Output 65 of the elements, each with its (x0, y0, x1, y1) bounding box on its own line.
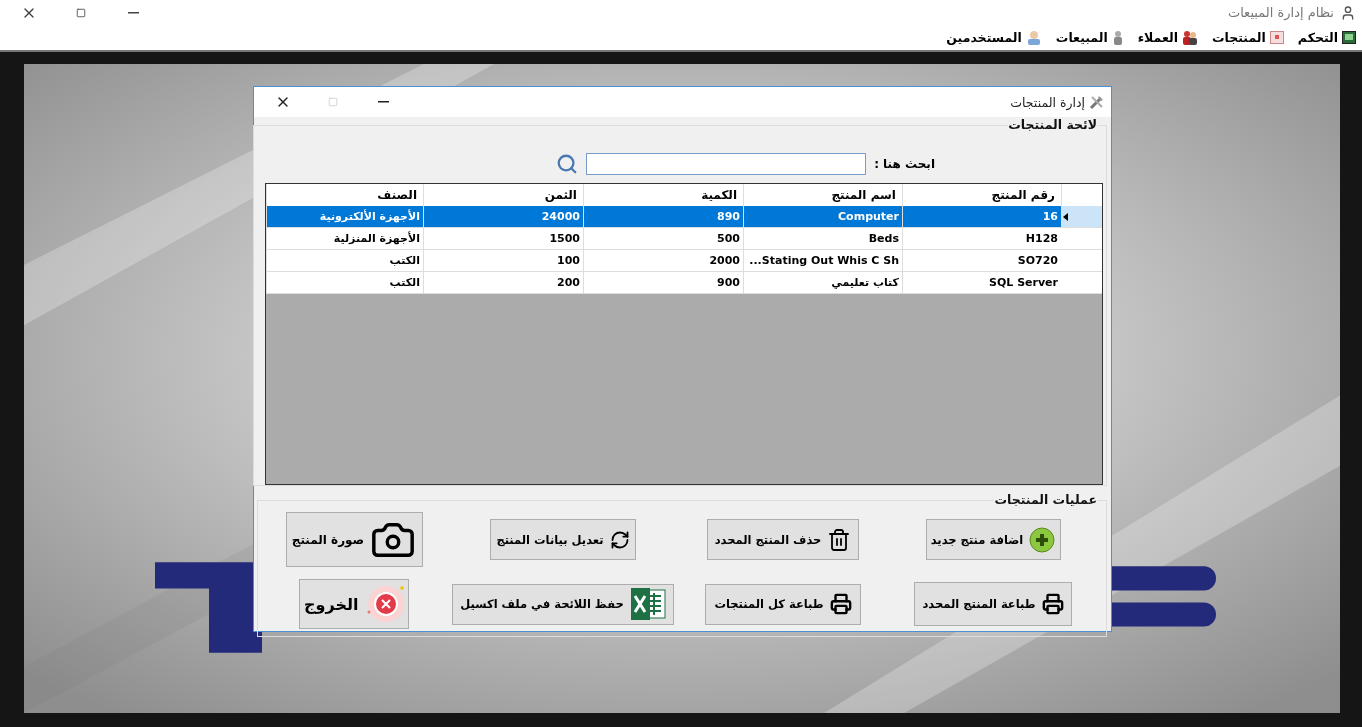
user-icon (1340, 4, 1356, 21)
table-cell: SQL Server (902, 272, 1061, 294)
group-title: لائحة المنتجات (1008, 119, 1097, 131)
tools-icon (1089, 94, 1105, 110)
table-cell: Computer (743, 206, 902, 228)
menu-item[interactable]: المبيعات (1053, 30, 1126, 45)
table-cell: 100 (423, 250, 583, 272)
table-cell: كتاب تعليمي (743, 272, 902, 294)
print-button[interactable]: طباعة كل المنتجات (705, 583, 861, 625)
table-cell: 900 (583, 272, 743, 294)
group-title: عمليات المنتجات (994, 494, 1097, 506)
table-cell: 890 (583, 206, 743, 228)
panel-icon (1342, 31, 1356, 44)
table-cell: 2000 (583, 250, 743, 272)
add-button[interactable]: اضافة منتج جديد (925, 519, 1061, 560)
table-cell: الأجهزة المنزلية (266, 228, 423, 250)
table-cell: SO720 (902, 250, 1061, 272)
search-label: ابحث هنا : (874, 157, 935, 171)
menu-item[interactable]: التحكم (1295, 30, 1358, 45)
search-icon (556, 153, 579, 175)
printer-icon (1041, 593, 1064, 615)
edit-button[interactable]: تعديل بيانات المنتج (490, 519, 636, 560)
search-field[interactable] (586, 153, 867, 175)
user-icon (1025, 30, 1042, 45)
people-icon (1182, 30, 1198, 45)
table-cell: 500 (583, 228, 743, 250)
window-title: نظام إدارة المبيعات (1227, 5, 1334, 20)
restore-icon (76, 7, 86, 18)
column-header[interactable]: الصنف (266, 184, 423, 206)
menu-item[interactable]: المستخدمين (944, 30, 1044, 45)
table-cell: الأجهزة الألكترونية (266, 206, 423, 228)
excel-button[interactable]: حفظ اللائحة في ملف اكسيل (452, 583, 674, 625)
table-cell: Beds (743, 228, 902, 250)
trash-icon (827, 527, 852, 552)
table-cell: 24000 (423, 206, 583, 228)
print-button[interactable]: طباعة المنتج المحدد (914, 582, 1072, 626)
column-header[interactable]: الكمية (583, 184, 743, 206)
box-icon (1269, 31, 1284, 44)
table-cell: H128 (902, 228, 1061, 250)
column-header[interactable]: اسم المنتج (743, 184, 902, 206)
minimize-icon (127, 11, 139, 14)
printer-icon (829, 593, 852, 615)
current-row-icon (1063, 212, 1068, 221)
table-cell: 200 (423, 272, 583, 294)
column-header[interactable]: رقم المنتج (902, 184, 1061, 206)
maximize-icon (328, 97, 338, 107)
refresh-icon (609, 529, 630, 550)
figure-icon (1111, 30, 1124, 45)
table-cell: الكتب (266, 250, 423, 272)
photo-button[interactable]: صورة المنتج (285, 512, 423, 567)
dialog-title: إدارة المنتجات (1010, 94, 1085, 110)
row-header[interactable] (1061, 206, 1102, 228)
table-cell: الكتب (266, 272, 423, 294)
table-cell: Stating Out Whis C Sh... (743, 250, 902, 272)
minimize-icon (377, 101, 389, 103)
exit-button[interactable]: الخروج (299, 579, 409, 629)
menu-item[interactable]: المنتجات (1210, 30, 1286, 45)
menu-item[interactable]: العملاء (1135, 30, 1200, 45)
row-header (1061, 184, 1102, 206)
spreadsheet-icon (629, 587, 666, 621)
table-cell: 16 (902, 206, 1061, 228)
delete-button[interactable]: حذف المنتج المحدد (707, 519, 859, 560)
column-header[interactable]: الثمن (423, 184, 583, 206)
table-cell: 1500 (423, 228, 583, 250)
plus-icon (1029, 526, 1056, 553)
